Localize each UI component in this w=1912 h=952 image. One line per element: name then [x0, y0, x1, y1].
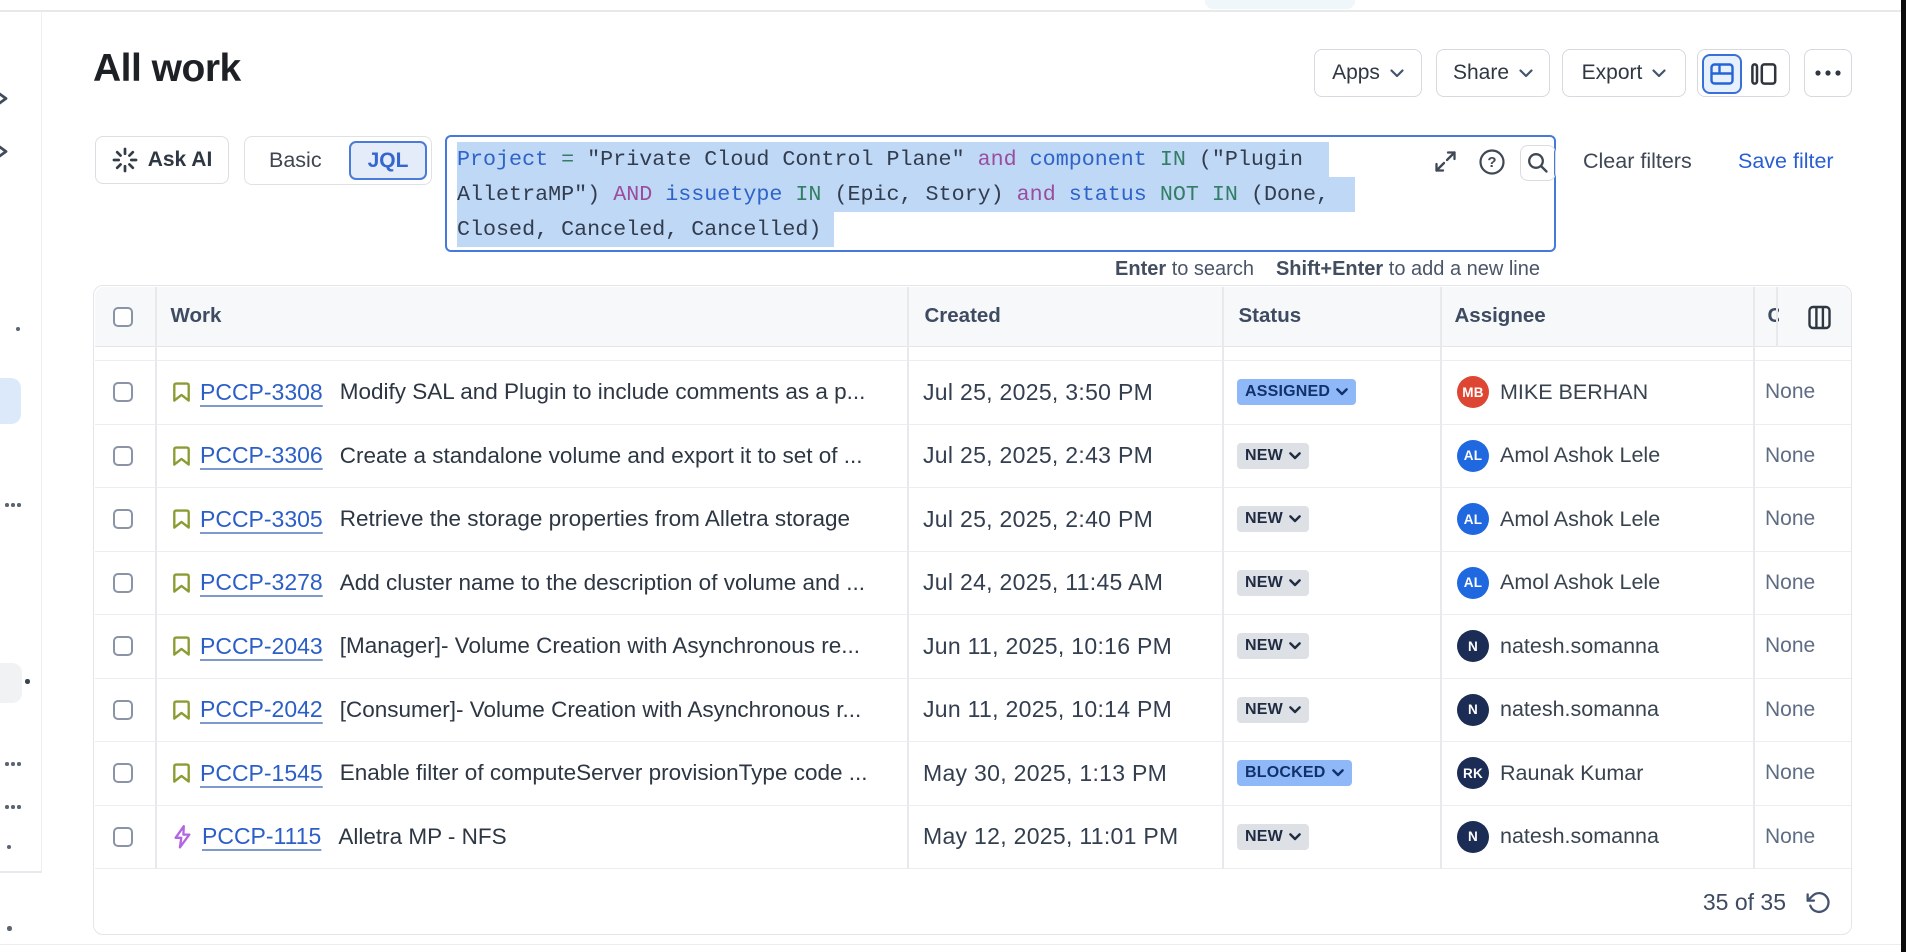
svg-text:?: ?: [1487, 154, 1496, 171]
